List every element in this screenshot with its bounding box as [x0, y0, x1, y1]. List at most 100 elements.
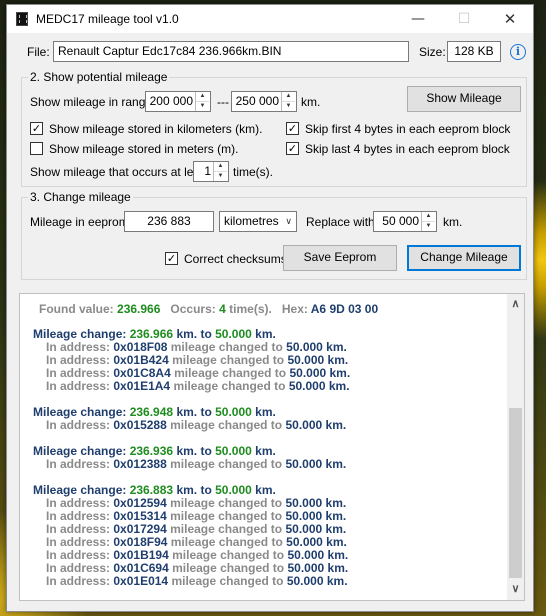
change-to-text: km. to — [176, 327, 212, 341]
size-field: 128 KB — [447, 41, 501, 62]
close-button[interactable]: ✕ — [487, 5, 533, 33]
opt-m-label: Show mileage stored in meters (m). — [49, 142, 239, 156]
address-mid: mileage changed to — [170, 340, 283, 354]
spin-up-icon[interactable]: ▲ — [422, 212, 435, 222]
address-new-value: 50.000 — [289, 366, 327, 380]
file-path-field[interactable]: Renault Captur Edc17c84 236.966km.BIN — [53, 41, 409, 62]
address-new-value: 50.000 — [285, 522, 323, 536]
address-unit: km. — [324, 561, 349, 575]
address-new-value: 50.000 — [287, 548, 325, 562]
address-prefix: In address: — [46, 522, 111, 536]
address-value: 0x01C694 — [113, 561, 169, 575]
range-from-spinner[interactable]: 200 000 ▲ ▼ — [145, 91, 211, 112]
spin-up-icon[interactable]: ▲ — [282, 92, 295, 102]
info-icon[interactable]: i — [510, 44, 526, 60]
checkbox-checksums[interactable]: ✓ — [165, 252, 178, 265]
maximize-icon: ☐ — [457, 11, 471, 27]
address-unit: km. — [325, 379, 350, 393]
address-unit: km. — [322, 535, 347, 549]
opt-km-label: Show mileage stored in kilometers (km). — [49, 122, 263, 136]
main-window: MEDC17 mileage tool v1.0 — ☐ ✕ File: Ren… — [6, 4, 534, 612]
spin-down-icon[interactable]: ▼ — [214, 172, 227, 181]
address-mid: mileage changed to — [172, 548, 285, 562]
change-prefix: Mileage change: — [33, 483, 127, 497]
log-scrollbar[interactable]: ∧ ∨ — [507, 294, 524, 600]
result-log[interactable]: Found value: 236.966 Occurs: 4 time(s). … — [19, 293, 525, 601]
show-mileage-button[interactable]: Show Mileage — [407, 86, 521, 112]
unit-select[interactable]: kilometres ∨ — [219, 211, 297, 232]
address-change-row: In address: 0x012388 mileage changed to … — [46, 458, 346, 471]
hex-value: A6 9D 03 00 — [310, 302, 379, 316]
address-mid: mileage changed to — [171, 574, 284, 588]
address-prefix: In address: — [46, 366, 111, 380]
occurs-unit: time(s). — [233, 165, 273, 179]
address-mid: mileage changed to — [170, 457, 283, 471]
address-unit: km. — [323, 574, 348, 588]
replace-spinner[interactable]: 50 000 ▲ ▼ — [373, 211, 437, 232]
address-change-row: In address: 0x01E014 mileage changed to … — [46, 575, 348, 588]
spin-down-icon[interactable]: ▼ — [282, 102, 295, 111]
checkbox-skip-first[interactable]: ✓ — [286, 122, 299, 135]
window-title: MEDC17 mileage tool v1.0 — [36, 12, 179, 26]
spin-down-icon[interactable]: ▼ — [422, 222, 435, 231]
address-unit: km. — [322, 457, 347, 471]
range-from-value: 200 000 — [149, 94, 193, 108]
scroll-thumb[interactable] — [509, 408, 522, 578]
address-value: 0x01E014 — [113, 574, 169, 588]
address-unit: km. — [322, 340, 347, 354]
change-prefix: Mileage change: — [33, 327, 127, 341]
spin-up-icon[interactable]: ▲ — [196, 92, 209, 102]
address-prefix: In address: — [46, 574, 111, 588]
spin-down-icon[interactable]: ▼ — [196, 102, 209, 111]
address-mid: mileage changed to — [170, 535, 283, 549]
address-prefix: In address: — [46, 496, 111, 510]
range-label: Show mileage in range: — [30, 95, 156, 109]
address-mid: mileage changed to — [173, 379, 286, 393]
spin-up-icon[interactable]: ▲ — [214, 162, 227, 172]
change-to: 50.000 — [215, 327, 252, 341]
address-value: 0x01E1A4 — [113, 379, 171, 393]
title-bar[interactable]: MEDC17 mileage tool v1.0 — ☐ ✕ — [7, 5, 533, 33]
address-new-value: 50.000 — [285, 509, 323, 523]
checkbox-km[interactable]: ✓ — [30, 122, 43, 135]
address-value: 0x018F94 — [113, 535, 168, 549]
eeprom-mileage-field[interactable]: 236 883 — [124, 211, 214, 232]
change-prefix: Mileage change: — [33, 444, 127, 458]
address-new-value: 50.000 — [285, 418, 323, 432]
scroll-down-icon[interactable]: ∨ — [507, 581, 524, 598]
range-to-spinner[interactable]: 250 000 ▲ ▼ — [231, 91, 297, 112]
scroll-up-icon[interactable]: ∧ — [507, 296, 524, 313]
found-label: Found value: — [39, 302, 114, 316]
checkbox-m[interactable] — [30, 142, 43, 155]
replace-unit: km. — [443, 215, 463, 229]
occurs-log-unit: time(s). — [229, 302, 272, 316]
chevron-down-icon: ∨ — [285, 216, 292, 226]
address-new-value: 50.000 — [287, 353, 325, 367]
address-mid: mileage changed to — [174, 366, 287, 380]
address-mid: mileage changed to — [170, 418, 283, 432]
unit-select-value: kilometres — [224, 214, 279, 228]
minimize-button[interactable]: — — [395, 5, 441, 33]
address-unit: km. — [322, 509, 347, 523]
found-summary: Found value: 236.966 Occurs: 4 time(s). … — [39, 303, 378, 316]
address-unit: km. — [326, 366, 351, 380]
address-unit: km. — [322, 418, 347, 432]
address-prefix: In address: — [46, 548, 111, 562]
address-unit: km. — [324, 353, 349, 367]
change-unit: km. — [255, 444, 276, 458]
change-prefix: Mileage change: — [33, 405, 127, 419]
address-prefix: In address: — [46, 561, 111, 575]
address-prefix: In address: — [46, 379, 111, 393]
address-prefix: In address: — [46, 340, 111, 354]
change-to: 50.000 — [215, 444, 252, 458]
eeprom-mileage-label: Mileage in eeprom: — [30, 215, 133, 229]
address-value: 0x01C8A4 — [113, 366, 171, 380]
address-new-value: 50.000 — [286, 535, 323, 549]
occurs-spinner[interactable]: 1 ▲ ▼ — [193, 161, 229, 182]
save-eeprom-button[interactable]: Save Eeprom — [283, 245, 397, 271]
range-unit: km. — [301, 95, 321, 109]
size-label: Size: — [419, 45, 446, 59]
checkbox-skip-last[interactable]: ✓ — [286, 142, 299, 155]
address-prefix: In address: — [46, 418, 111, 432]
change-mileage-button[interactable]: Change Mileage — [407, 245, 521, 271]
